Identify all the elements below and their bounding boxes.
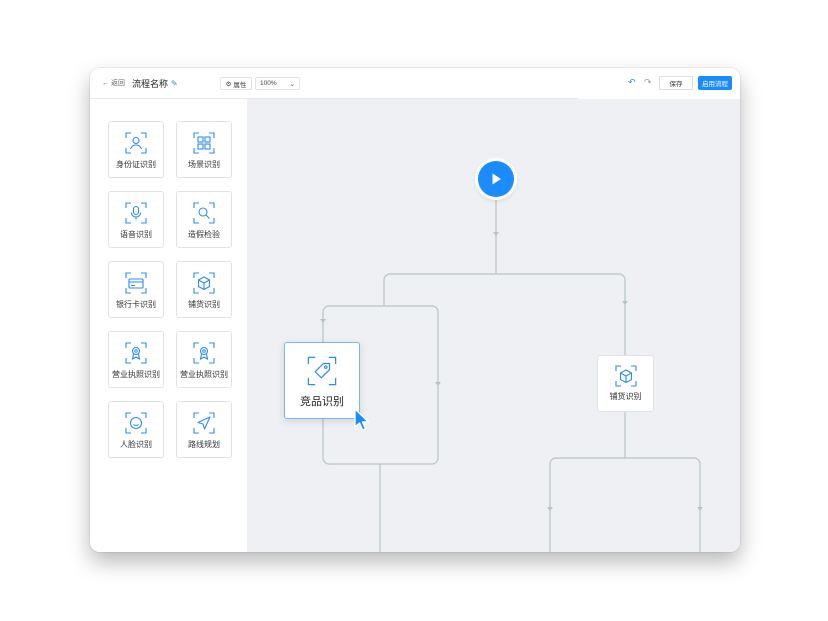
tile-label: 路线规划	[188, 440, 220, 449]
navigation-arrow-icon	[193, 412, 215, 434]
flow-title: 流程名称 ✎	[132, 77, 178, 90]
back-label: 返回	[111, 80, 125, 87]
node-label: 铺货识别	[609, 392, 642, 401]
box-icon	[614, 365, 637, 387]
component-business-license-recognition[interactable]: 营业执照识别	[108, 331, 164, 388]
tile-label: 银行卡识别	[116, 300, 156, 309]
microphone-icon	[125, 202, 147, 224]
component-business-license-recognition-2[interactable]: 营业执照识别	[176, 331, 232, 388]
save-button[interactable]: 保存	[659, 76, 693, 90]
tile-label: 语音识别	[120, 230, 152, 239]
toolbar: ← 返回 流程名称 ✎ ⚙ 属性 100% ⌄ ↶ ↷ 保存 启用流程	[90, 68, 740, 99]
component-voice-recognition[interactable]: 语音识别	[108, 191, 164, 248]
node-label: 竞品识别	[300, 396, 344, 408]
license-badge-icon	[125, 342, 147, 364]
flow-node-distribution-recognition[interactable]: 铺货识别	[597, 355, 654, 412]
license-badge-icon	[193, 342, 215, 364]
flow-title-text: 流程名称	[132, 79, 169, 89]
bank-card-icon	[125, 272, 147, 294]
component-scene-recognition[interactable]: 场景识别	[176, 121, 232, 178]
component-bank-card-recognition[interactable]: 银行卡识别	[108, 261, 164, 318]
tile-label: 铺货识别	[188, 300, 220, 309]
tile-label: 人脸识别	[120, 440, 152, 449]
box-icon	[193, 272, 215, 294]
back-button[interactable]: ← 返回	[102, 78, 125, 88]
enable-flow-button[interactable]: 启用流程	[698, 76, 732, 90]
component-sidebar: 身份证识别 场景识别 语音识别 造假检验 银行卡识别 铺货识别 营业执照识别 营…	[90, 99, 247, 552]
tile-label: 场景识别	[188, 160, 220, 169]
redo-icon[interactable]: ↷	[644, 77, 652, 88]
zoom-value: 100%	[260, 80, 277, 87]
tile-label: 营业执照识别	[180, 370, 228, 379]
face-icon	[125, 412, 147, 434]
chevron-down-icon: ⌄	[289, 80, 295, 88]
flow-canvas[interactable]: 竞品识别 铺货识别	[247, 99, 740, 552]
component-forgery-check[interactable]: 造假检验	[176, 191, 232, 248]
tile-label: 身份证识别	[116, 160, 156, 169]
scene-grid-icon	[193, 132, 215, 154]
price-tag-icon	[307, 356, 337, 386]
mouse-cursor-icon	[354, 408, 370, 431]
properties-label: 属性	[233, 81, 247, 89]
component-face-recognition[interactable]: 人脸识别	[108, 401, 164, 458]
app-window: ← 返回 流程名称 ✎ ⚙ 属性 100% ⌄ ↶ ↷ 保存 启用流程 身份证识	[90, 68, 740, 552]
tile-label: 营业执照识别	[112, 370, 160, 379]
pencil-icon[interactable]: ✎	[171, 79, 178, 88]
arrow-left-icon: ←	[102, 79, 109, 87]
tile-label: 造假检验	[188, 230, 220, 239]
gear-icon: ⚙	[225, 80, 232, 88]
magnifier-icon	[193, 202, 215, 224]
properties-button[interactable]: ⚙ 属性	[220, 77, 252, 90]
flow-node-competitor-recognition[interactable]: 竞品识别	[284, 342, 360, 419]
component-route-planning[interactable]: 路线规划	[176, 401, 232, 458]
zoom-select[interactable]: 100% ⌄	[255, 77, 300, 90]
play-icon	[492, 173, 501, 185]
undo-icon[interactable]: ↶	[628, 77, 636, 88]
component-distribution-recognition[interactable]: 铺货识别	[176, 261, 232, 318]
start-node-button[interactable]	[478, 161, 514, 197]
component-id-card-recognition[interactable]: 身份证识别	[108, 121, 164, 178]
id-card-person-icon	[125, 132, 147, 154]
